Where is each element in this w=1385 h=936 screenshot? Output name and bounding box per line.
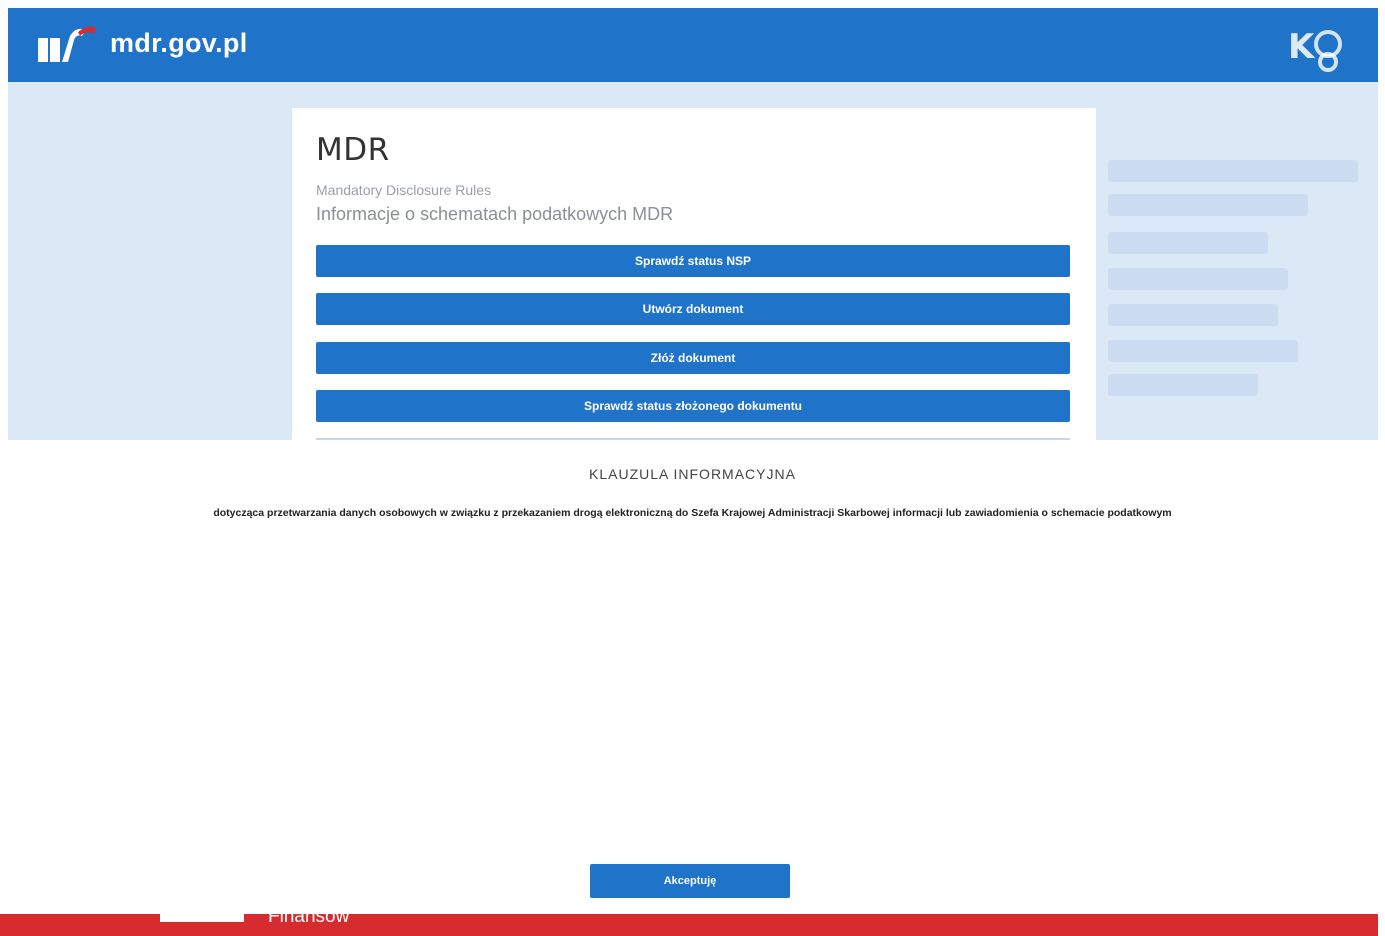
blurred-content (1108, 268, 1288, 290)
page-subtitle: Mandatory Disclosure Rules (316, 182, 492, 198)
svg-text:K: K (1288, 27, 1316, 67)
check-document-status-button[interactable]: Sprawdź status złożonego dokumentu (316, 390, 1070, 422)
blurred-content (1108, 304, 1278, 326)
mdr-card: MDR Mandatory Disclosure Rules Informacj… (292, 108, 1096, 440)
accept-button[interactable]: Akceptuję (590, 864, 790, 898)
site-name[interactable]: mdr.gov.pl (110, 28, 248, 59)
kas-logo-icon: K (1288, 27, 1342, 72)
footer-bar: Finansów (0, 914, 1378, 936)
page-title: MDR (316, 132, 390, 168)
blurred-content (1108, 160, 1358, 182)
blurred-content (1108, 194, 1308, 216)
footer-logo-icon (160, 914, 244, 922)
check-nsp-status-button[interactable]: Sprawdź status NSP (316, 245, 1070, 277)
submit-document-button[interactable]: Złóż dokument (316, 342, 1070, 374)
clause-subtitle: dotycząca przetwarzania danych osobowych… (213, 507, 1172, 519)
blurred-content (1108, 340, 1298, 362)
information-clause-panel: KLAUZULA INFORMACYJNA dotycząca przetwar… (0, 440, 1378, 914)
edge (1378, 0, 1385, 936)
blurred-content (1108, 374, 1258, 396)
blurred-content (1108, 232, 1268, 254)
mf-logo-icon (38, 26, 96, 62)
clause-title: KLAUZULA INFORMACYJNA (589, 466, 796, 482)
top-bar: mdr.gov.pl K (8, 8, 1378, 82)
page-description: Informacje o schematach podatkowych MDR (316, 204, 674, 224)
footer-text: Finansów (268, 914, 350, 927)
create-document-button[interactable]: Utwórz dokument (316, 293, 1070, 325)
